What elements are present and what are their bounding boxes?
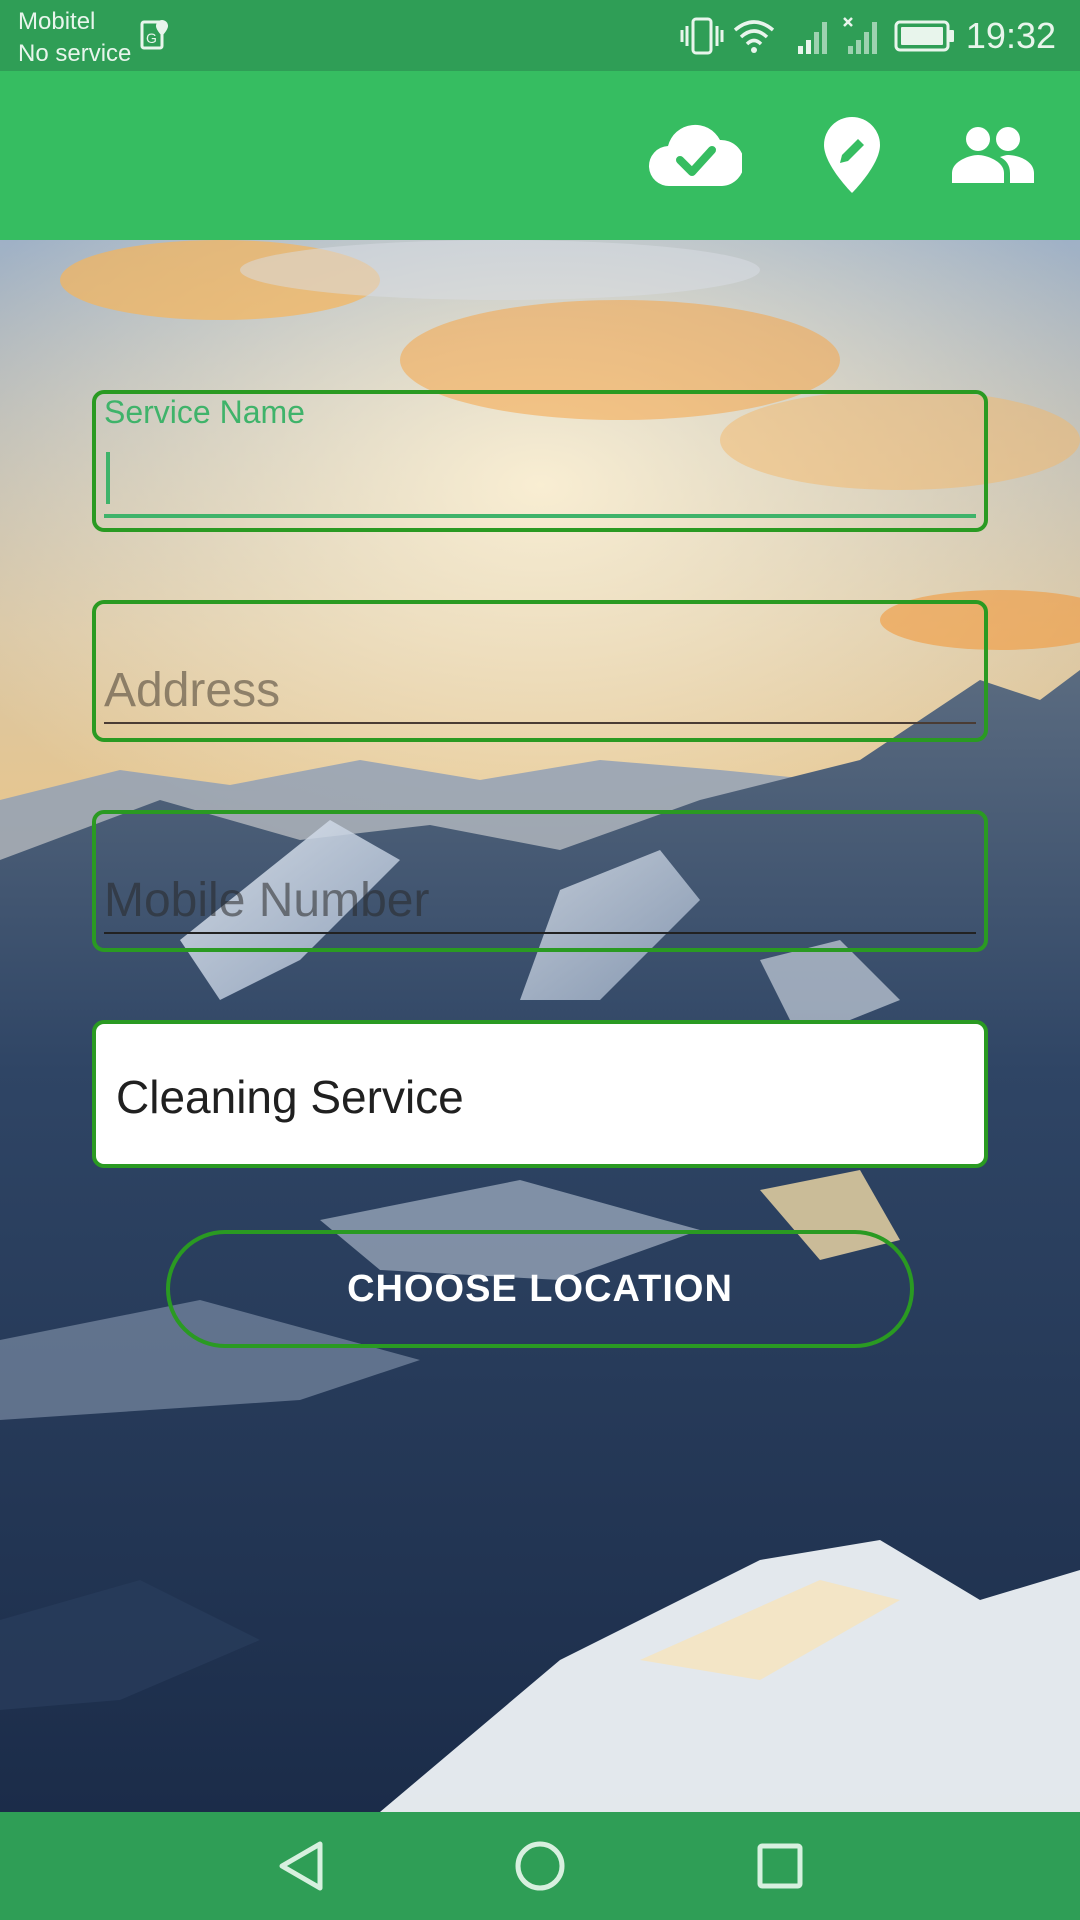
status-bar: Mobitel No service G 19:32 bbox=[0, 0, 1080, 71]
recents-icon[interactable] bbox=[752, 1838, 808, 1899]
mobile-number-underline bbox=[104, 932, 976, 934]
app-bar bbox=[0, 71, 1080, 240]
back-icon[interactable] bbox=[274, 1838, 330, 1899]
screen: Mobitel No service G 19:32 Service Name … bbox=[0, 0, 1080, 1920]
carrier-info: Mobitel No service bbox=[18, 6, 131, 70]
carrier-name: Mobitel bbox=[18, 8, 96, 35]
wifi-icon bbox=[732, 16, 776, 61]
service-name-input[interactable] bbox=[104, 454, 976, 508]
svg-text:G: G bbox=[146, 30, 157, 46]
battery-icon bbox=[894, 20, 956, 57]
service-type-select[interactable]: Cleaning Service bbox=[92, 1020, 988, 1168]
signal-icon bbox=[796, 16, 832, 61]
vibrate-icon bbox=[680, 16, 724, 61]
service-status: No service bbox=[18, 40, 132, 67]
home-icon[interactable] bbox=[512, 1838, 568, 1899]
edit-location-icon[interactable] bbox=[822, 115, 882, 200]
address-field[interactable] bbox=[92, 600, 988, 742]
cloud-done-icon[interactable] bbox=[648, 116, 745, 201]
navigation-bar bbox=[0, 1812, 1080, 1920]
service-name-label: Service Name bbox=[104, 394, 305, 430]
service-name-field[interactable]: Service Name bbox=[92, 390, 988, 532]
signal-no-sim-icon bbox=[842, 16, 882, 61]
choose-location-button[interactable]: CHOOSE LOCATION bbox=[166, 1230, 914, 1348]
service-type-value: Cleaning Service bbox=[116, 1071, 464, 1123]
clock: 19:32 bbox=[965, 15, 1056, 56]
mobile-number-input[interactable] bbox=[104, 870, 976, 930]
location-sim-icon: G bbox=[140, 18, 170, 57]
service-name-underline bbox=[104, 514, 976, 518]
address-input[interactable] bbox=[104, 660, 976, 720]
mobile-number-field[interactable] bbox=[92, 810, 988, 952]
address-underline bbox=[104, 722, 976, 724]
people-icon[interactable] bbox=[950, 125, 1036, 190]
